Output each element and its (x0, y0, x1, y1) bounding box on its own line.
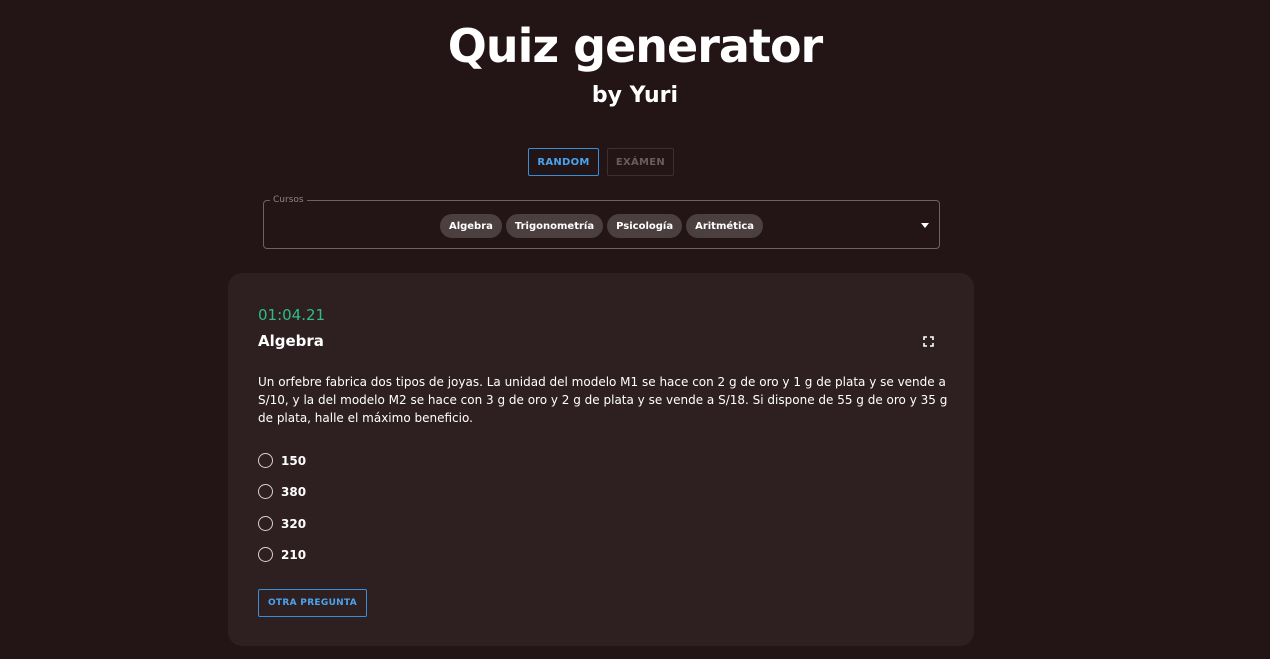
answer-option[interactable]: 380 (258, 484, 306, 499)
answer-option[interactable]: 150 (258, 453, 306, 468)
question-course-title: Algebra (258, 332, 324, 350)
radio-icon[interactable] (258, 547, 273, 562)
exam-mode-button[interactable]: EXÁMEN (607, 148, 674, 176)
answer-option-label: 150 (281, 453, 307, 468)
answer-option[interactable]: 320 (258, 516, 306, 531)
radio-icon[interactable] (258, 484, 273, 499)
question-text: Un orfebre fabrica dos tipos de joyas. L… (258, 375, 948, 425)
course-chips: Algebra Trigonometría Psicología Aritmét… (264, 214, 939, 238)
course-chip-trigonometria[interactable]: Trigonometría (505, 214, 604, 238)
chevron-down-icon[interactable] (921, 223, 929, 228)
timer: 01:04.21 (258, 306, 326, 324)
next-question-button[interactable]: OTRA PREGUNTA (258, 589, 367, 617)
page-subtitle: by Yuri (591, 83, 679, 108)
random-mode-button[interactable]: RANDOM (528, 148, 599, 176)
courses-select[interactable]: Cursos Algebra Trigonometría Psicología … (263, 194, 940, 249)
courses-select-label: Cursos (270, 194, 307, 206)
answer-option[interactable]: 210 (258, 547, 306, 562)
page-title: Quiz generator (447, 19, 823, 73)
course-chip-algebra[interactable]: Algebra (439, 214, 502, 238)
radio-icon[interactable] (258, 453, 273, 468)
answer-option-label: 320 (281, 516, 307, 531)
question-card: 01:04.21 Algebra Un orfebre fabrica dos … (228, 273, 974, 646)
radio-icon[interactable] (258, 516, 273, 531)
answer-option-label: 380 (281, 484, 307, 499)
answer-option-label: 210 (281, 547, 307, 562)
course-chip-aritmetica[interactable]: Aritmética (686, 214, 764, 238)
fullscreen-icon[interactable] (923, 336, 934, 347)
course-chip-psicologia[interactable]: Psicología (607, 214, 683, 238)
